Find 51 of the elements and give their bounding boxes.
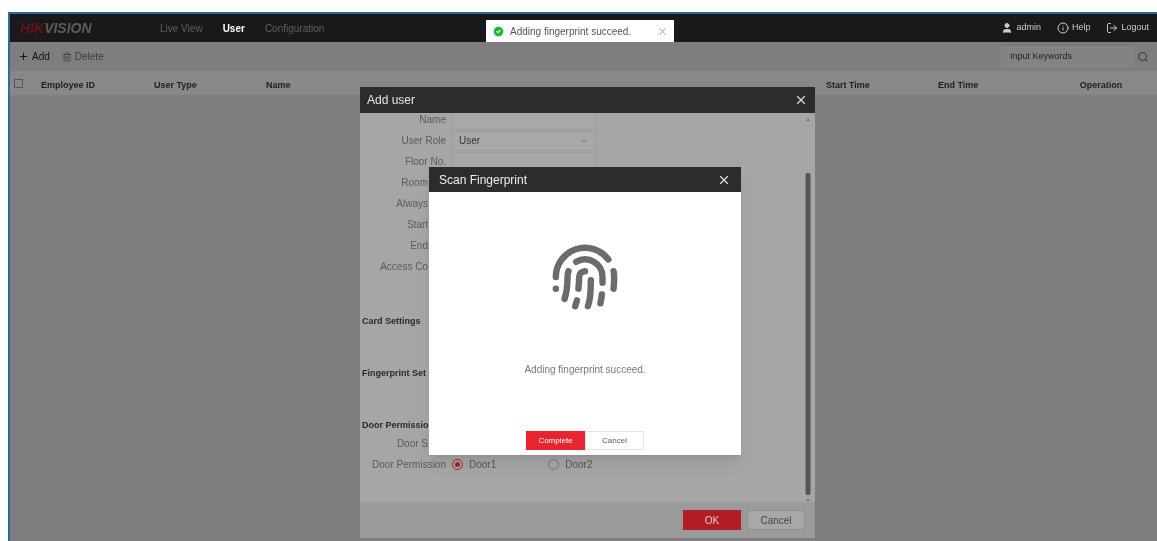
field-label: Door S [396,437,428,451]
field-label: Door Permission [372,458,446,472]
search-input[interactable]: Input Keywords [1010,49,1130,64]
dialog-title: Add user [367,92,416,109]
fingerprint-icon [550,242,620,312]
info-icon [1056,22,1069,34]
complete-button[interactable]: Complete [526,431,585,450]
logo: HIKVISION [20,18,93,38]
radio-option[interactable]: Door1 [452,457,497,472]
status-message: Adding fingerprint succeed. [524,363,646,377]
select-all-checkbox[interactable] [14,78,23,88]
field-label: Access Co [380,260,428,274]
section-heading: Fingerprint Set [362,368,426,378]
radio-option[interactable]: Door2 [548,457,593,472]
dialog-title: Scan Fingerprint [439,171,528,189]
search-icon[interactable] [1137,50,1149,63]
text-field[interactable] [452,113,596,130]
search-field[interactable]: Input Keywords [1001,46,1133,67]
column-header: Employee ID [41,80,96,90]
nav-tab[interactable]: Configuration [264,20,325,36]
column-header: Operation [1079,80,1123,90]
header-link[interactable]: admin [1001,21,1041,35]
plus-icon [18,51,29,62]
column-header: Name [266,80,291,90]
field-label: User Role [401,134,446,148]
column-header: End Time [938,80,979,90]
section-heading: Card Settings [362,316,421,326]
field-label: End [410,239,428,253]
field-label: Name [419,113,446,127]
column-header: User Type [154,80,197,90]
column-header: Start Time [826,80,870,90]
header-link[interactable]: Help [1056,21,1091,35]
nav-tab[interactable]: Live View [160,20,203,36]
user-icon [1001,22,1014,34]
toast-message: Adding fingerprint succeed. [510,24,632,39]
toolbar-button[interactable]: Add [18,49,50,64]
field-label: Always [396,197,428,211]
check-icon [492,24,505,38]
cancel-button[interactable]: Cancel [585,431,644,450]
cancel-button[interactable]: Cancel [747,510,805,530]
close-icon[interactable] [794,93,808,107]
nav-tab[interactable]: User [222,20,245,36]
section-heading: Door Permissio [362,420,429,430]
logout-icon [1106,22,1119,34]
field-label: Floor No. [404,155,446,169]
header-link[interactable]: Logout [1106,21,1149,35]
field-label: Room [401,176,428,190]
trash-icon [61,51,72,62]
field-label: Start [406,218,428,232]
role-select[interactable]: User [452,130,596,151]
ok-button[interactable]: OK [683,510,741,530]
